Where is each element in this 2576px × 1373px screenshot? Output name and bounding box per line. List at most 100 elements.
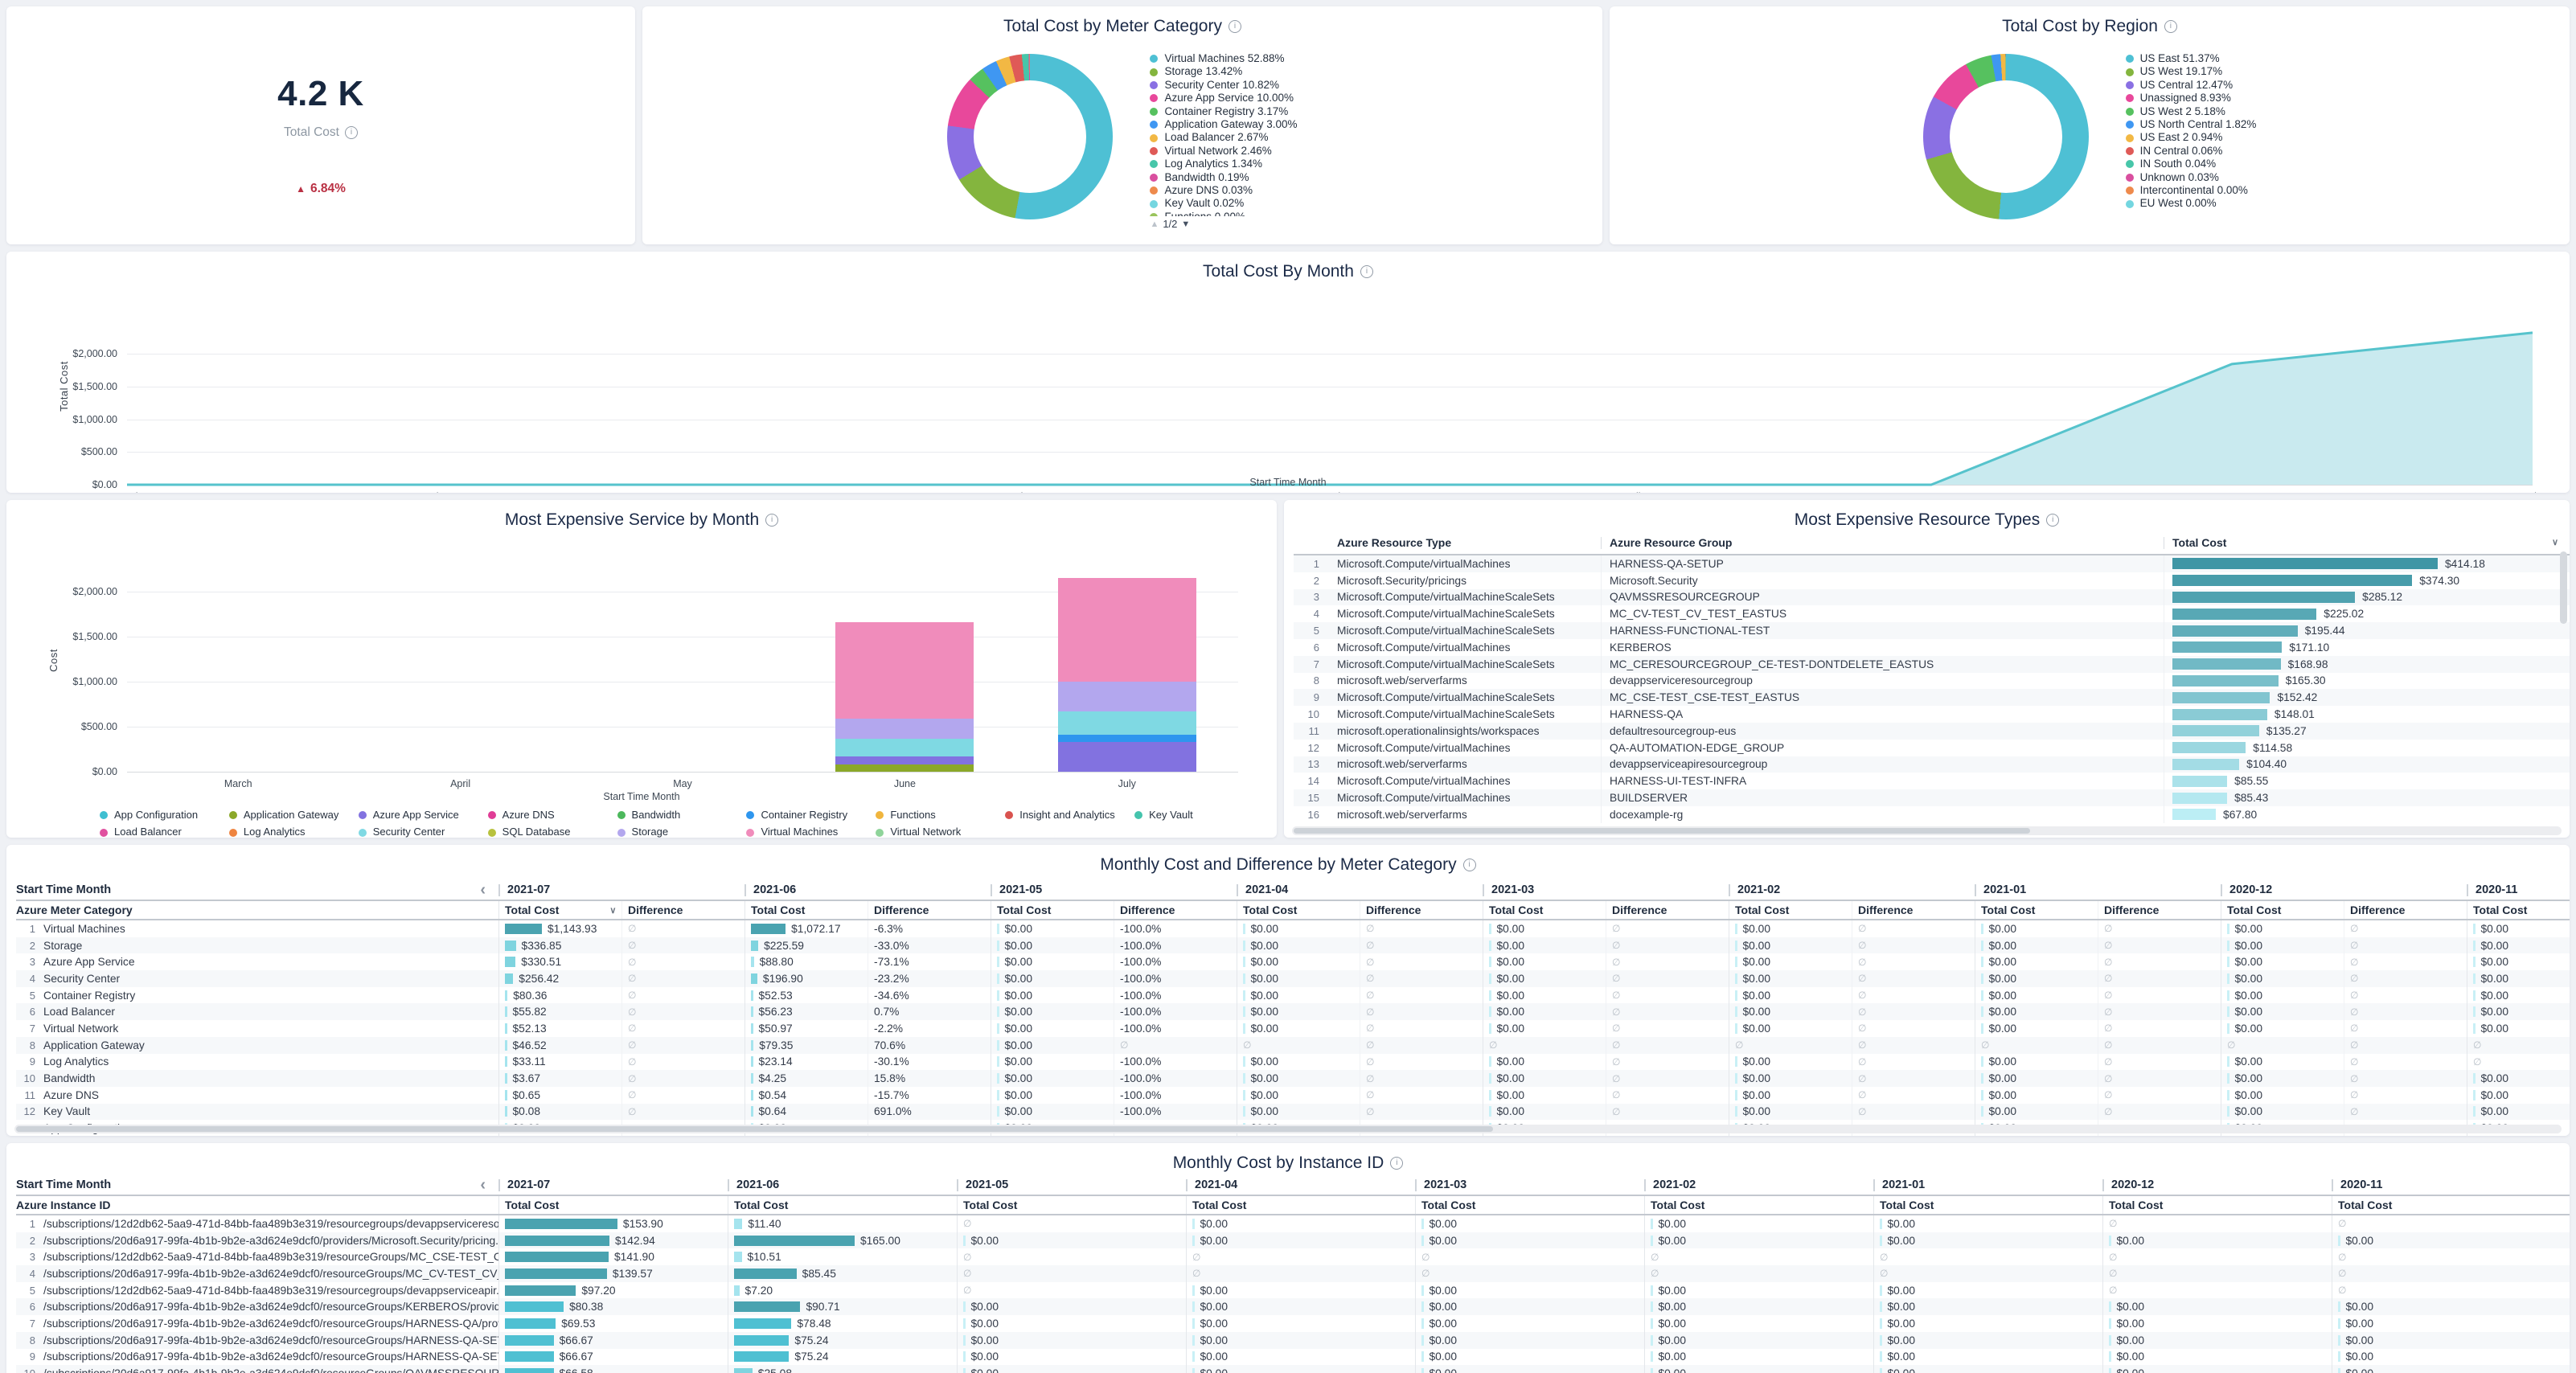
table-row[interactable]: 7Microsoft.Compute/virtualMachineScaleSe… <box>1294 656 2570 673</box>
scrollbar-thumb[interactable] <box>1294 828 2030 834</box>
legend-item[interactable]: Virtual Machines 52.88% <box>1150 52 1297 65</box>
table-row[interactable]: 14Microsoft.Compute/virtualMachinesHARNE… <box>1294 773 2570 789</box>
legend-item[interactable]: Storage <box>617 826 742 838</box>
table-row[interactable]: 12Key Vault$0.08∅$0.64691.0%$0.00-100.0%… <box>16 1104 2570 1121</box>
table-row[interactable]: 1Microsoft.Compute/virtualMachinesHARNES… <box>1294 555 2570 572</box>
table-row[interactable]: 5Container Registry$80.36∅$52.53-34.6%$0… <box>16 987 2570 1004</box>
month-header[interactable]: 2021-06 <box>728 1179 957 1191</box>
month-header[interactable]: 2021-02 <box>1644 1179 1873 1191</box>
legend-item[interactable]: Load Balancer <box>100 826 224 838</box>
month-header[interactable]: 2021-07 <box>498 1179 728 1191</box>
legend-item[interactable]: Key Vault <box>1134 809 1259 822</box>
legend-item[interactable]: Security Center 10.82% <box>1150 79 1297 92</box>
info-icon[interactable]: i <box>1229 20 1241 33</box>
legend-item[interactable]: US Central 12.47% <box>2126 79 2257 92</box>
total-cost-column-header[interactable]: Total Cost <box>1975 901 2098 919</box>
table-row[interactable]: 11Azure DNS$0.65∅$0.54-15.7%$0.00-100.0%… <box>16 1087 2570 1104</box>
table-row[interactable]: 6Load Balancer$55.82∅$56.230.7%$0.00-100… <box>16 1003 2570 1020</box>
total-cost-column-header[interactable]: Total Cost <box>1483 901 1606 919</box>
legend-item[interactable]: Unknown 0.03% <box>2126 171 2257 184</box>
table-row[interactable]: 5Microsoft.Compute/virtualMachineScaleSe… <box>1294 622 2570 639</box>
legend-item[interactable]: IN South 0.04% <box>2126 158 2257 170</box>
difference-column-header[interactable]: Difference <box>1852 901 1975 919</box>
table-row[interactable]: 8Application Gateway$46.52∅$79.3570.6%$0… <box>16 1037 2570 1054</box>
month-header[interactable]: 2020-12 <box>2221 884 2467 896</box>
month-header[interactable]: 2021-03 <box>1415 1179 1644 1191</box>
table-row[interactable]: 10Bandwidth$3.67∅$4.2515.8%$0.00-100.0%$… <box>16 1070 2570 1087</box>
info-icon[interactable]: i <box>2046 514 2059 527</box>
total-cost-column-header[interactable]: Total Cost <box>1644 1196 1873 1214</box>
table-row[interactable]: 12Microsoft.Compute/virtualMachinesQA-AU… <box>1294 740 2570 756</box>
table-row[interactable]: 8/subscriptions/20d6a917-99fa-4b1b-9b2e-… <box>16 1332 2570 1349</box>
info-icon[interactable]: i <box>1390 1157 1403 1170</box>
difference-column-header[interactable]: Difference <box>2098 901 2221 919</box>
stacked-bar[interactable] <box>835 622 974 772</box>
table-row[interactable]: 1Virtual Machines$1,143.93∅$1,072.17-6.3… <box>16 920 2570 937</box>
legend-item[interactable]: Functions 0.00% <box>1150 211 1297 216</box>
month-header[interactable]: 2021-04 <box>1237 884 1483 896</box>
scroll-left-chevron-icon[interactable]: ‹ <box>480 884 486 896</box>
legend-item[interactable]: SQL Database <box>488 826 613 838</box>
horizontal-scrollbar[interactable] <box>1292 826 2562 835</box>
legend-item[interactable]: IN Central 0.06% <box>2126 145 2257 158</box>
scrollbar-thumb[interactable] <box>16 1126 1493 1132</box>
table-row[interactable]: 10/subscriptions/20d6a917-99fa-4b1b-9b2e… <box>16 1365 2570 1373</box>
info-icon[interactable]: i <box>2164 20 2177 33</box>
legend-item[interactable]: Container Registry <box>746 809 871 822</box>
difference-column-header[interactable]: Difference <box>868 901 991 919</box>
scroll-left-chevron-icon[interactable]: ‹ <box>480 1179 486 1191</box>
legend-item[interactable]: Log Analytics <box>229 826 354 838</box>
difference-column-header[interactable]: Difference <box>1360 901 1483 919</box>
table-row[interactable]: 4/subscriptions/20d6a917-99fa-4b1b-9b2e-… <box>16 1265 2570 1282</box>
info-icon[interactable]: i <box>1360 265 1373 278</box>
legend-item[interactable]: Insight and Analytics <box>1005 809 1130 822</box>
total-cost-column-header[interactable]: Total Cost <box>2467 901 2570 919</box>
table-row[interactable]: 11microsoft.operationalinsights/workspac… <box>1294 723 2570 740</box>
column-header-resource-group[interactable]: Azure Resource Group <box>1601 537 2164 549</box>
table-row[interactable]: 4Microsoft.Compute/virtualMachineScaleSe… <box>1294 605 2570 622</box>
legend-item[interactable]: Bandwidth 0.19% <box>1150 171 1297 184</box>
total-cost-column-header[interactable]: Total Cost <box>498 1196 728 1214</box>
table-row[interactable]: 5/subscriptions/12d2db62-5aa9-471d-84bb-… <box>16 1282 2570 1299</box>
table-row[interactable]: 4Security Center$256.42∅$196.90-23.2%$0.… <box>16 970 2570 987</box>
table-row[interactable]: 8microsoft.web/serverfarmsdevappservicer… <box>1294 673 2570 690</box>
table-row[interactable]: 2Microsoft.Security/pricingsMicrosoft.Se… <box>1294 572 2570 589</box>
legend-item[interactable]: Functions <box>876 809 1000 822</box>
difference-column-header[interactable]: Difference <box>1606 901 1729 919</box>
difference-column-header[interactable]: Difference <box>2344 901 2467 919</box>
legend-item[interactable]: Azure App Service <box>359 809 483 822</box>
legend-item[interactable]: Key Vault 0.02% <box>1150 197 1297 210</box>
info-icon[interactable]: i <box>765 514 778 527</box>
legend-item[interactable]: Azure App Service 10.00% <box>1150 92 1297 105</box>
table-row[interactable]: 7/subscriptions/20d6a917-99fa-4b1b-9b2e-… <box>16 1315 2570 1332</box>
table-row[interactable]: 3Azure App Service$330.51∅$88.80-73.1%$0… <box>16 953 2570 970</box>
legend-item[interactable]: US East 2 0.94% <box>2126 131 2257 144</box>
month-header[interactable]: 2021-06 <box>744 884 991 896</box>
month-header[interactable]: 2021-05 <box>991 884 1237 896</box>
table-row[interactable]: 9/subscriptions/20d6a917-99fa-4b1b-9b2e-… <box>16 1349 2570 1366</box>
table-row[interactable]: 3Microsoft.Compute/virtualMachineScaleSe… <box>1294 589 2570 606</box>
total-cost-column-header[interactable]: Total Cost <box>2332 1196 2561 1214</box>
legend-item[interactable]: Container Registry 3.17% <box>1150 105 1297 118</box>
total-cost-column-header[interactable]: Total Cost <box>991 901 1114 919</box>
total-cost-area-series[interactable] <box>127 301 2533 485</box>
legend-item[interactable]: Virtual Network 2.46% <box>1150 145 1297 158</box>
total-cost-column-header[interactable]: Total Cost <box>1415 1196 1644 1214</box>
sort-chevron-icon[interactable]: ∨ <box>2552 537 2558 549</box>
total-cost-column-header[interactable]: Total Cost <box>957 1196 1186 1214</box>
stacked-bar[interactable] <box>1058 578 1196 772</box>
total-cost-column-header[interactable]: Total Cost <box>2221 901 2344 919</box>
month-header[interactable]: 2020-12 <box>2102 1179 2332 1191</box>
total-cost-column-header[interactable]: Total Cost <box>1186 1196 1415 1214</box>
month-header[interactable]: 2021-05 <box>957 1179 1186 1191</box>
legend-item[interactable]: US East 51.37% <box>2126 52 2257 65</box>
month-header[interactable]: 2021-03 <box>1483 884 1729 896</box>
legend-item[interactable]: US West 2 5.18% <box>2126 105 2257 118</box>
month-header[interactable]: 2021-01 <box>1975 884 2221 896</box>
legend-item[interactable]: Application Gateway <box>229 809 354 822</box>
legend-item[interactable]: Intercontinental 0.00% <box>2126 184 2257 197</box>
region-donut[interactable] <box>1923 54 2089 219</box>
pager-down-icon[interactable]: ▼ <box>1181 219 1190 229</box>
column-header-resource-type[interactable]: Azure Resource Type <box>1329 537 1601 549</box>
legend-item[interactable]: Virtual Machines <box>746 826 871 838</box>
